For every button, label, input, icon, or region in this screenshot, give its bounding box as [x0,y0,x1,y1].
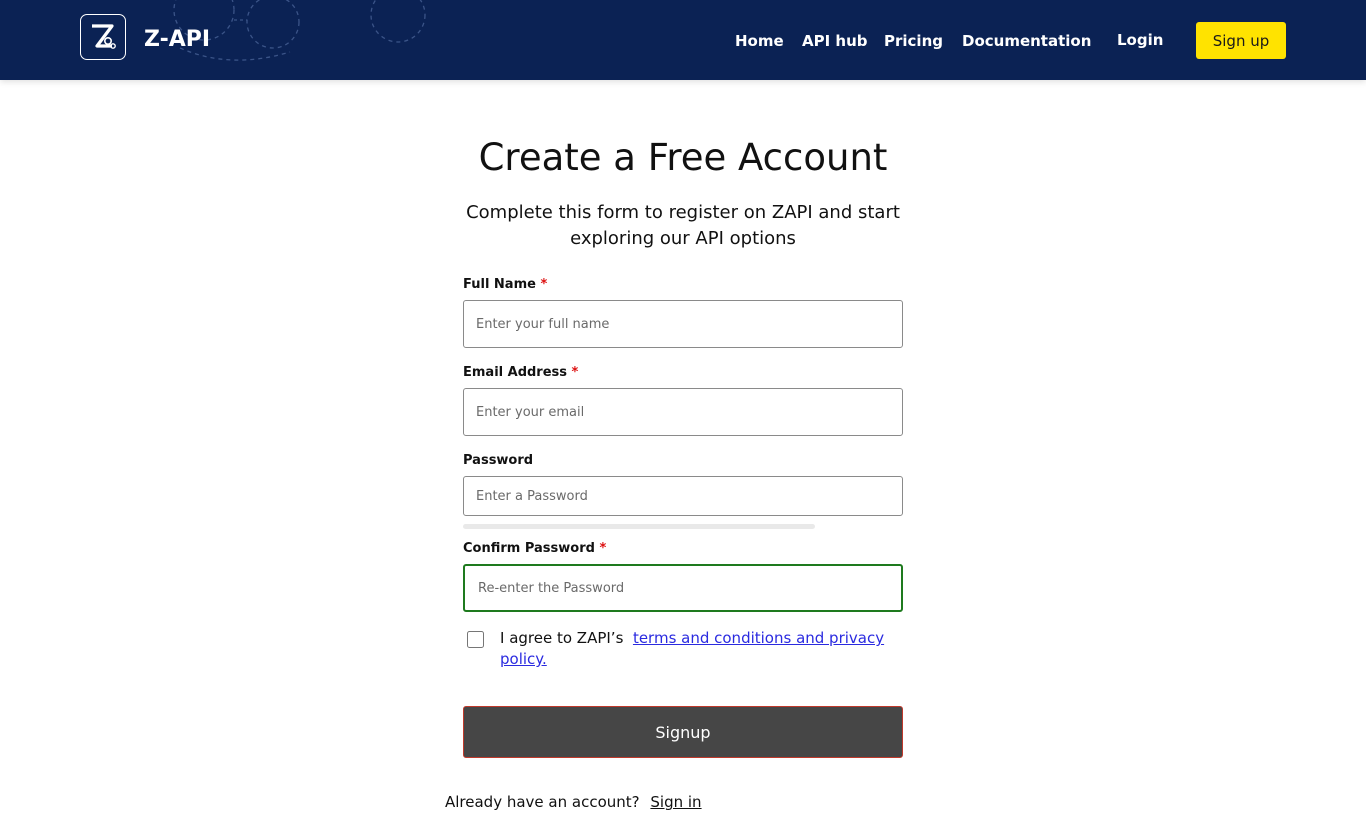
signin-row: Already have an account? Sign in [445,791,702,813]
signup-submit-button[interactable]: Signup [463,706,903,758]
required-marker: * [540,277,548,292]
full-name-input[interactable] [463,300,903,348]
full-name-label-text: Full Name [463,277,536,292]
nav-api-hub[interactable]: API hub [802,27,868,55]
password-label: Password [463,452,533,470]
required-marker: * [599,541,607,556]
confirm-password-input[interactable] [463,564,903,612]
required-marker: * [571,365,579,380]
email-label-text: Email Address [463,365,568,380]
agree-checkbox[interactable] [467,631,484,648]
confirm-password-label: Confirm Password * [463,540,606,558]
password-input[interactable] [463,476,903,516]
signup-nav-button[interactable]: Sign up [1196,22,1286,59]
password-strength-bar [463,524,815,529]
top-navbar: Z-API Home API hub Pricing Documentation… [0,0,1366,80]
main-nav: Home API hub Pricing Documentation Login [0,27,1366,55]
email-label: Email Address * [463,364,578,382]
page-subtitle: Complete this form to register on ZAPI a… [466,202,900,249]
full-name-label: Full Name * [463,276,547,294]
page-title: Create a Free Account [478,136,888,179]
nav-documentation[interactable]: Documentation [962,27,1091,55]
nav-pricing[interactable]: Pricing [884,27,943,55]
nav-home[interactable]: Home [735,27,784,55]
agree-text-block: I agree to ZAPI’s terms and conditions a… [500,628,910,670]
password-label-text: Password [463,453,534,468]
signin-prompt: Already have an account? [445,793,640,811]
email-input[interactable] [463,388,903,436]
confirm-password-label-text: Confirm Password [463,541,595,556]
nav-login[interactable]: Login [1117,26,1163,54]
agree-text: I agree to ZAPI’s [500,629,624,647]
signin-link[interactable]: Sign in [650,793,701,811]
